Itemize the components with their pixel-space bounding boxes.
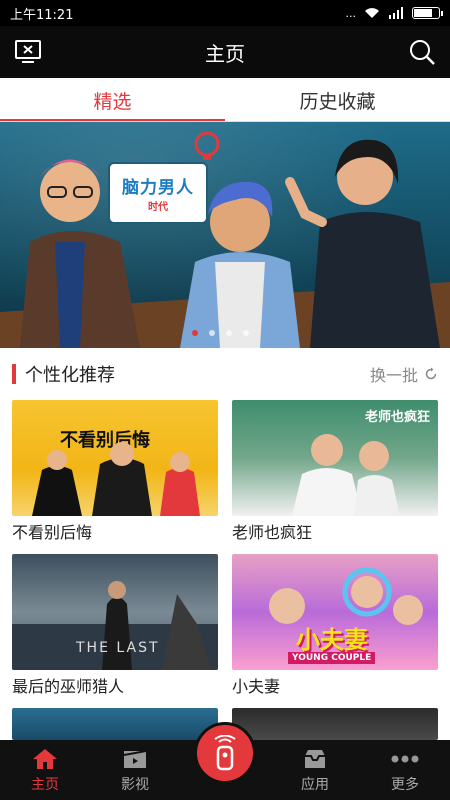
nav-movies-label: 影视 bbox=[121, 777, 149, 793]
tab-featured[interactable]: 精选 bbox=[0, 78, 225, 122]
nav-apps-label: 应用 bbox=[301, 777, 329, 793]
thumbnail-title: THE LAST bbox=[76, 640, 160, 656]
video-card[interactable]: 老师也疯狂 老师也疯狂 bbox=[232, 400, 438, 550]
tab-history-label: 历史收藏 bbox=[299, 90, 376, 113]
tab-history-favorites[interactable]: 历史收藏 bbox=[225, 78, 450, 122]
video-card[interactable]: 小夫妻 YOUNG COUPLE 小夫妻 bbox=[232, 554, 438, 704]
battery-icon bbox=[412, 7, 443, 19]
tv-cast-icon[interactable] bbox=[14, 39, 42, 65]
banner-people-illustration bbox=[0, 131, 450, 348]
thumbnail-art bbox=[32, 442, 200, 516]
banner-show-logo: 脑力男人 时代 bbox=[108, 162, 208, 224]
video-card[interactable]: THE LAST 最后的巫师猎人 bbox=[12, 554, 218, 704]
banner-logo-title: 脑力男人 bbox=[122, 178, 194, 198]
video-card[interactable]: 不看别后悔 不看别后悔 bbox=[12, 400, 218, 550]
video-thumbnail bbox=[12, 708, 218, 740]
page-title: 主页 bbox=[205, 41, 245, 66]
video-thumbnail: 小夫妻 YOUNG COUPLE bbox=[232, 554, 438, 670]
nav-more-label: 更多 bbox=[391, 777, 419, 793]
more-icon bbox=[391, 755, 419, 763]
video-thumbnail: THE LAST bbox=[12, 554, 218, 670]
video-title: 老师也疯狂 bbox=[232, 523, 313, 542]
nav-apps[interactable]: 应用 bbox=[270, 740, 360, 800]
section-accent-bar bbox=[12, 364, 16, 384]
cast-remote-button[interactable] bbox=[194, 722, 256, 784]
section-title: 个性化推荐 bbox=[25, 365, 115, 386]
refresh-icon bbox=[425, 367, 437, 380]
hero-banner[interactable]: 脑力男人 时代 bbox=[0, 122, 450, 348]
film-icon bbox=[123, 750, 147, 768]
video-thumbnail: 老师也疯狂 bbox=[232, 400, 438, 516]
nav-home[interactable]: 主页 bbox=[0, 740, 90, 800]
nav-home-label: 主页 bbox=[31, 777, 59, 793]
status-icons: ... bbox=[345, 6, 443, 20]
status-time: 上午11:21 bbox=[10, 7, 74, 23]
search-icon[interactable] bbox=[408, 38, 436, 66]
banner-logo-subtitle: 时代 bbox=[148, 202, 168, 213]
thumbnail-art bbox=[292, 434, 400, 516]
tab-featured-label: 精选 bbox=[93, 90, 132, 113]
banner-pagination-dots[interactable] bbox=[190, 328, 260, 338]
video-thumbnail: 不看别后悔 bbox=[12, 400, 218, 516]
refresh-batch-button[interactable]: 换一批 bbox=[370, 362, 438, 386]
thumbnail-subtitle: YOUNG COUPLE bbox=[288, 652, 376, 664]
status-bar: 上午11:21 ... bbox=[0, 0, 450, 26]
app-header: 主页 bbox=[0, 26, 450, 78]
signal-dots-icon: ... bbox=[345, 6, 357, 20]
video-card[interactable] bbox=[12, 708, 218, 740]
nav-more[interactable]: 更多 bbox=[360, 740, 450, 800]
thumbnail-title: 小夫妻 bbox=[296, 626, 368, 654]
apps-icon bbox=[305, 750, 325, 768]
recommend-grid: 不看别后悔 不看别后悔 老师也疯狂 老师也疯狂 THE LAST 最后的巫师猎人… bbox=[0, 400, 450, 740]
video-card[interactable] bbox=[232, 708, 438, 740]
wifi-icon bbox=[365, 8, 379, 18]
refresh-label: 换一批 bbox=[369, 366, 418, 385]
cast-icon bbox=[214, 735, 236, 771]
cell-signal-icon bbox=[389, 7, 403, 19]
recommend-section-header: 个性化推荐 换一批 bbox=[0, 348, 450, 400]
video-title: 最后的巫师猎人 bbox=[12, 677, 125, 696]
tab-bar: 精选 历史收藏 bbox=[0, 78, 450, 122]
video-title: 小夫妻 bbox=[232, 677, 281, 696]
video-title: 不看别后悔 bbox=[12, 523, 93, 542]
home-icon bbox=[33, 749, 57, 769]
nav-movies[interactable]: 影视 bbox=[90, 740, 180, 800]
video-thumbnail bbox=[232, 708, 438, 740]
